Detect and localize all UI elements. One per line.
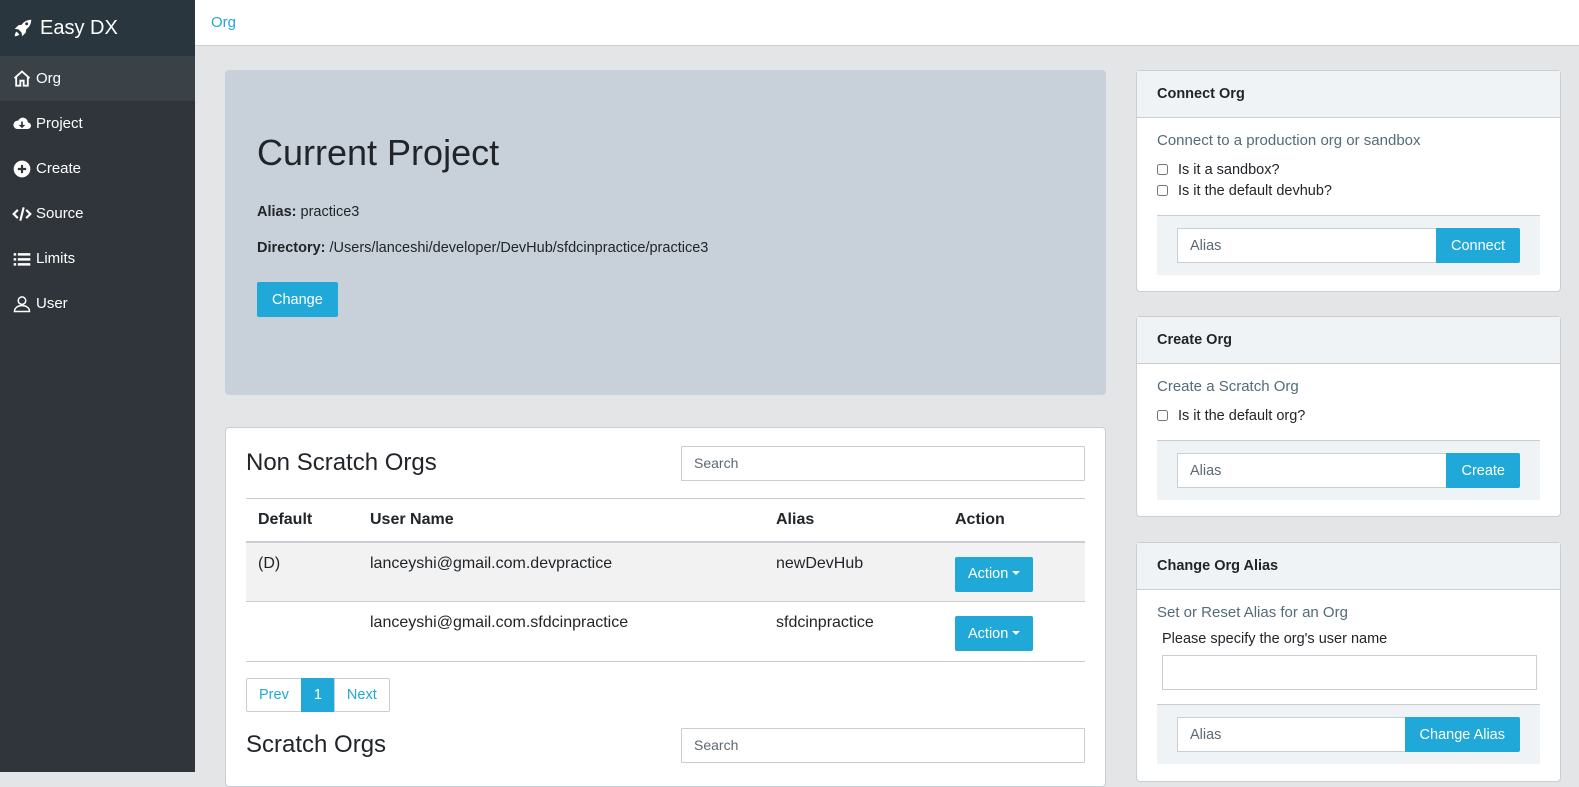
default-org-checkbox[interactable] [1157, 410, 1168, 421]
connect-org-subtitle: Connect to a production org or sandbox [1157, 132, 1421, 149]
change-project-button[interactable]: Change [257, 282, 338, 317]
cell-username: lanceyshi@gmail.com.devpractice [358, 541, 764, 602]
sandbox-checkbox-label: Is it a sandbox? [1178, 161, 1280, 178]
sidebar-item-create[interactable]: Create [0, 146, 195, 191]
code-icon [12, 206, 32, 221]
sidebar-nav: Org Project Create Source Limits User [0, 56, 195, 326]
sidebar-item-limits[interactable]: Limits [0, 236, 195, 281]
directory-value: /Users/lanceshi/developer/DevHub/sfdcinp… [329, 240, 709, 256]
sidebar-item-label: Source [36, 205, 84, 222]
connect-org-title: Connect Org [1137, 71, 1560, 118]
pagination: Prev 1 Next [246, 678, 1085, 712]
connect-input-group: Connect [1157, 215, 1540, 275]
cell-default [246, 601, 358, 662]
header: Org [195, 0, 1579, 46]
current-project-panel: Current Project Alias: practice3 Directo… [225, 70, 1106, 395]
cloud-download-icon [13, 117, 31, 129]
create-button[interactable]: Create [1446, 453, 1520, 488]
directory-line: Directory: /Users/lanceshi/developer/Dev… [257, 240, 1074, 256]
table-row: (D) lanceyshi@gmail.com.devpractice newD… [246, 541, 1085, 602]
plus-circle-icon [13, 160, 31, 177]
connect-org-card: Connect Org Connect to a production org … [1136, 70, 1561, 292]
directory-label: Directory: [257, 240, 326, 256]
non-scratch-search-input[interactable] [681, 445, 1085, 481]
default-org-checkbox-row[interactable]: Is it the default org? [1157, 405, 1540, 426]
create-input-group: Create [1157, 440, 1540, 500]
sidebar-item-label: Org [36, 70, 62, 87]
sidebar: Easy DX Org Project Create Source Limits… [0, 0, 195, 772]
pagination-prev[interactable]: Prev [246, 678, 302, 712]
create-org-title: Create Org [1137, 317, 1560, 364]
sidebar-item-label: Create [36, 160, 82, 177]
action-dropdown-button[interactable]: Action [955, 616, 1034, 651]
scratch-header: Scratch Orgs [246, 712, 1085, 778]
pagination-page[interactable]: 1 [300, 678, 335, 712]
username-label: Please specify the org's user name [1162, 631, 1388, 647]
change-alias-title: Change Org Alias [1137, 543, 1560, 590]
column-header-username[interactable]: User Name [358, 498, 764, 543]
change-alias-card: Change Org Alias Set or Reset Alias for … [1136, 542, 1561, 782]
change-alias-input-group: Change Alias [1157, 704, 1540, 764]
sandbox-checkbox[interactable] [1157, 164, 1168, 175]
cell-action: Action [943, 601, 1085, 662]
list-icon [13, 252, 31, 266]
sidebar-item-label: Limits [36, 250, 76, 267]
username-input[interactable] [1162, 655, 1537, 690]
sidebar-item-org[interactable]: Org [0, 56, 195, 101]
column-header-default[interactable]: Default [246, 498, 358, 543]
cell-alias: sfdcinpractice [764, 601, 943, 662]
alias-line: Alias: practice3 [257, 204, 1074, 220]
action-label: Action [968, 566, 1009, 582]
pagination-next[interactable]: Next [333, 678, 390, 712]
action-dropdown-button[interactable]: Action [955, 556, 1034, 592]
scratch-search-input[interactable] [681, 727, 1085, 763]
home-icon [13, 69, 31, 87]
sidebar-item-project[interactable]: Project [0, 101, 195, 146]
breadcrumb[interactable]: Org [211, 14, 236, 31]
connect-button[interactable]: Connect [1435, 228, 1520, 263]
page-title: Current Project [257, 132, 500, 173]
cell-action: Action [943, 541, 1085, 602]
cell-default: (D) [246, 541, 358, 602]
default-org-checkbox-label: Is it the default org? [1178, 407, 1306, 424]
change-alias-input[interactable] [1177, 717, 1405, 752]
non-scratch-title: Non Scratch Orgs [246, 449, 437, 476]
scratch-title: Scratch Orgs [246, 731, 387, 758]
non-scratch-table: Default User Name Alias Action (D) lance… [246, 498, 1085, 662]
default-devhub-checkbox-label: Is it the default devhub? [1178, 182, 1332, 199]
rocket-icon [14, 19, 32, 37]
column-header-action: Action [943, 498, 1085, 543]
table-row: lanceyshi@gmail.com.sfdcinpractice sfdci… [246, 601, 1085, 662]
cell-alias: newDevHub [764, 541, 943, 602]
sidebar-item-label: User [36, 295, 68, 312]
change-alias-button[interactable]: Change Alias [1404, 717, 1520, 752]
non-scratch-header: Non Scratch Orgs [246, 428, 1085, 498]
alias-label: Alias: [257, 204, 297, 220]
user-icon [13, 295, 31, 312]
change-alias-subtitle: Set or Reset Alias for an Org [1157, 604, 1348, 621]
sidebar-item-label: Project [36, 115, 83, 132]
brand[interactable]: Easy DX [0, 0, 195, 56]
table-header-row: Default User Name Alias Action [246, 498, 1085, 543]
sandbox-checkbox-row[interactable]: Is it a sandbox? [1157, 159, 1540, 180]
create-org-card: Create Org Create a Scratch Org Is it th… [1136, 316, 1561, 517]
create-alias-input[interactable] [1177, 453, 1447, 488]
caret-down-icon [1012, 630, 1021, 635]
sidebar-item-user[interactable]: User [0, 281, 195, 326]
caret-down-icon [1012, 571, 1021, 575]
orgs-card: Non Scratch Orgs Default User Name Alias… [225, 427, 1106, 787]
cell-username: lanceyshi@gmail.com.sfdcinpractice [358, 601, 764, 662]
brand-title: Easy DX [40, 16, 118, 39]
create-org-subtitle: Create a Scratch Org [1157, 378, 1299, 395]
column-header-alias[interactable]: Alias [764, 498, 943, 543]
connect-alias-input[interactable] [1177, 228, 1436, 263]
alias-value: practice3 [300, 204, 360, 220]
default-devhub-checkbox[interactable] [1157, 185, 1168, 196]
default-devhub-checkbox-row[interactable]: Is it the default devhub? [1157, 180, 1540, 201]
sidebar-item-source[interactable]: Source [0, 191, 195, 236]
action-label: Action [968, 625, 1009, 642]
